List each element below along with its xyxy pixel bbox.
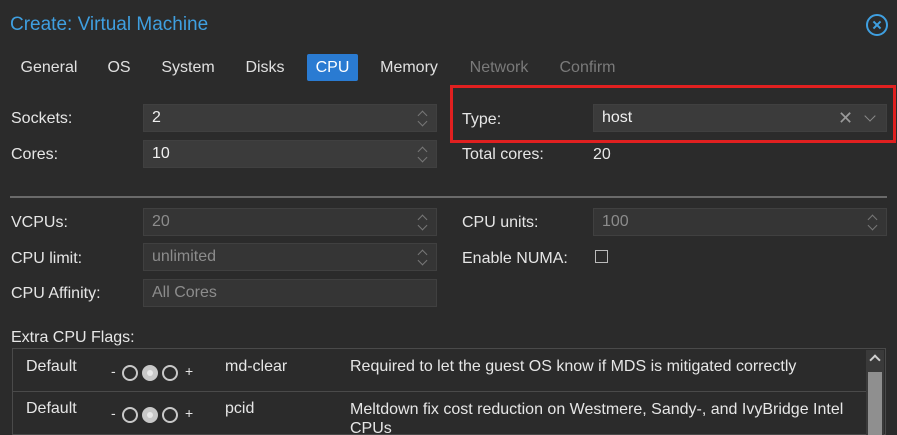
cpu-flags-grid: Default - + md-clear Required to let the… <box>12 348 886 435</box>
total-cores-label: Total cores: <box>462 146 544 163</box>
plus-icon: + <box>185 363 194 379</box>
tab-bar: General OS System Disks CPU Memory Netwo… <box>0 52 897 84</box>
sockets-input[interactable]: 2 <box>143 104 437 132</box>
cpu-units-label: CPU units: <box>462 214 539 231</box>
scroll-up-icon[interactable] <box>869 354 881 366</box>
cpu-limit-value: unlimited <box>152 248 217 265</box>
extra-cpu-flags-label: Extra CPU Flags: <box>11 329 135 346</box>
sockets-value: 2 <box>152 109 161 126</box>
total-cores-value: 20 <box>593 146 611 163</box>
cpu-units-input[interactable]: 100 <box>593 208 887 236</box>
tab-network: Network <box>469 59 529 76</box>
slider-stop-icon[interactable] <box>162 365 178 381</box>
cpu-limit-label: CPU limit: <box>11 250 83 267</box>
window-titlebar: Create: Virtual Machine <box>0 0 897 50</box>
tab-memory[interactable]: Memory <box>370 54 448 81</box>
cpu-affinity-label: CPU Affinity: <box>11 285 101 302</box>
spinner-icon[interactable] <box>418 146 428 162</box>
flag-state-slider[interactable]: - + <box>111 405 201 425</box>
spinner-icon[interactable] <box>868 214 878 230</box>
flag-name: pcid <box>225 400 255 417</box>
sockets-label: Sockets: <box>11 110 73 127</box>
flag-state-slider[interactable]: - + <box>111 363 201 383</box>
tab-disks[interactable]: Disks <box>235 54 295 81</box>
slider-stop-icon[interactable] <box>162 407 178 423</box>
vcpus-value: 20 <box>152 213 170 230</box>
enable-numa-checkbox[interactable] <box>595 250 608 263</box>
tab-os[interactable]: OS <box>96 54 142 81</box>
vcpus-label: VCPUs: <box>11 214 68 231</box>
cpu-affinity-placeholder: All Cores <box>152 284 217 301</box>
table-row: Default - + md-clear Required to let the… <box>13 349 871 392</box>
cpu-units-value: 100 <box>602 213 629 230</box>
flag-state: Default <box>26 400 77 417</box>
spinner-icon[interactable] <box>418 249 428 265</box>
tab-system[interactable]: System <box>150 54 226 81</box>
slider-thumb-icon[interactable] <box>142 365 158 381</box>
table-row: Default - + pcid Meltdown fix cost reduc… <box>13 391 871 435</box>
flag-description: Required to let the guest OS know if MDS… <box>350 358 797 375</box>
cores-value: 10 <box>152 145 170 162</box>
plus-icon: + <box>185 405 194 421</box>
window-title: Create: Virtual Machine <box>10 14 209 35</box>
grid-scrollbar[interactable] <box>866 350 884 435</box>
type-value: host <box>602 109 633 126</box>
enable-numa-label: Enable NUMA: <box>462 250 568 267</box>
minus-icon: - <box>111 405 116 421</box>
flag-description: Meltdown fix cost reduction on Westmere,… <box>350 401 844 435</box>
flag-name: md-clear <box>225 358 288 375</box>
tab-general[interactable]: General <box>10 54 88 81</box>
close-icon[interactable] <box>866 14 888 36</box>
minus-icon: - <box>111 363 116 379</box>
flag-state: Default <box>26 358 77 375</box>
slider-thumb-icon[interactable] <box>142 407 158 423</box>
slider-stop-icon[interactable] <box>122 407 138 423</box>
scroll-thumb[interactable] <box>868 372 882 435</box>
slider-stop-icon[interactable] <box>122 365 138 381</box>
cpu-affinity-input[interactable]: All Cores <box>143 279 437 307</box>
tab-confirm: Confirm <box>559 59 616 76</box>
spinner-icon[interactable] <box>418 214 428 230</box>
type-label: Type: <box>462 111 502 128</box>
section-divider <box>10 196 887 198</box>
clear-x-icon[interactable]: ✕ <box>838 108 853 129</box>
cpu-limit-input[interactable]: unlimited <box>143 243 437 271</box>
spinner-icon[interactable] <box>418 110 428 126</box>
cores-input[interactable]: 10 <box>143 140 437 168</box>
tab-cpu[interactable]: CPU <box>307 54 358 81</box>
vcpus-input[interactable]: 20 <box>143 208 437 236</box>
cores-label: Cores: <box>11 146 59 163</box>
